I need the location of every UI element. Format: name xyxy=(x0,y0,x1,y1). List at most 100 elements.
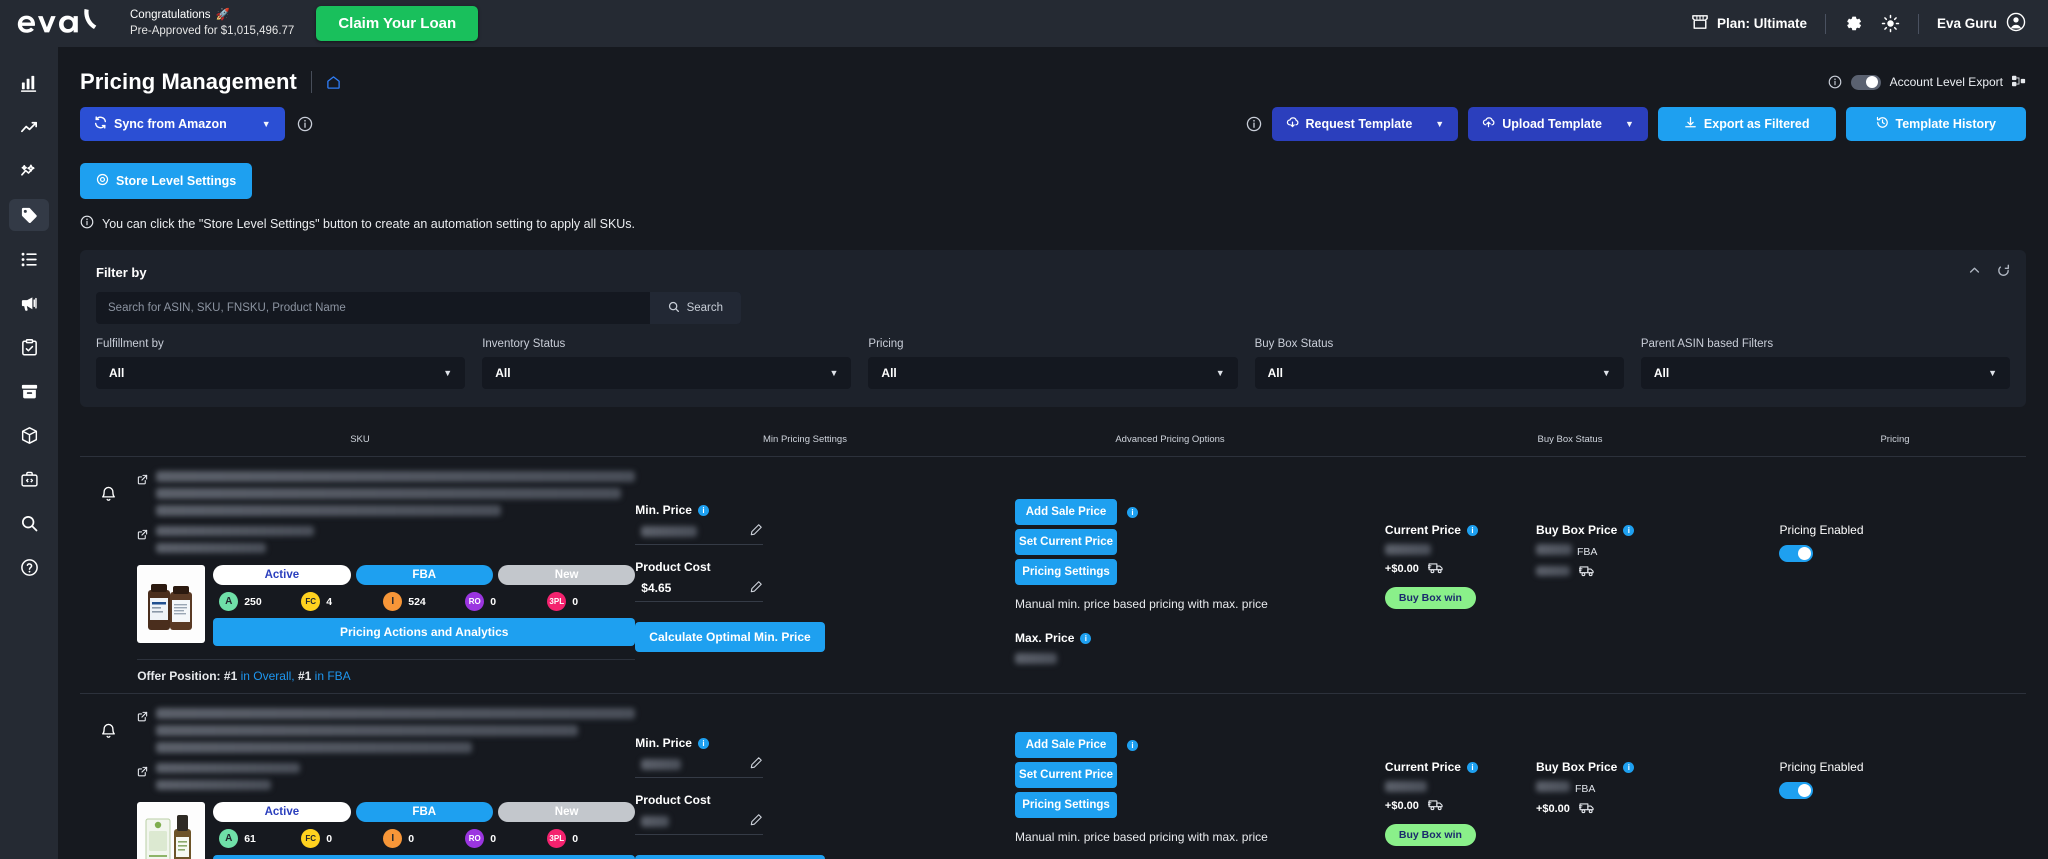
calculate-optimal-min-price-button[interactable]: Calculate Optimal Min. Price xyxy=(635,622,824,652)
export-nodes-icon[interactable] xyxy=(2012,74,2026,91)
chevron-down-icon: ▼ xyxy=(443,368,452,378)
row-notification-bell-icon[interactable] xyxy=(80,708,137,859)
product-cost-input[interactable]: $4.65 xyxy=(635,580,763,602)
buy-box-status-select[interactable]: All ▼ xyxy=(1255,357,1624,389)
brightness-sun-icon[interactable] xyxy=(1881,14,1900,33)
external-link-icon[interactable] xyxy=(137,765,148,780)
reset-filters-icon[interactable] xyxy=(1997,264,2010,280)
product-cost-input[interactable] xyxy=(635,813,763,835)
info-icon[interactable]: i xyxy=(1127,740,1138,751)
sidebar-item-search[interactable] xyxy=(9,507,49,539)
set-current-price-button[interactable]: Set Current Price xyxy=(1015,762,1117,788)
inventory-badges: A 61 FC 0 I 0 RO 0 xyxy=(213,829,635,848)
external-link-icon[interactable] xyxy=(137,528,148,543)
min-price-input[interactable] xyxy=(635,523,763,545)
info-icon[interactable]: i xyxy=(698,505,709,516)
chevron-down-icon[interactable]: ▼ xyxy=(1625,120,1634,129)
info-icon[interactable] xyxy=(1828,75,1842,89)
info-icon[interactable]: i xyxy=(1080,633,1091,644)
search-button[interactable]: Search xyxy=(650,292,741,324)
badge-code: 3PL xyxy=(547,829,566,848)
pricing-enabled-label: Pricing Enabled xyxy=(1779,760,2026,774)
export-as-filtered-button[interactable]: Export as Filtered xyxy=(1658,107,1836,141)
info-icon[interactable]: i xyxy=(698,738,709,749)
sidebar-item-listings[interactable] xyxy=(9,243,49,275)
chevron-up-icon[interactable] xyxy=(1968,264,1981,280)
inventory-status-select[interactable]: All ▼ xyxy=(482,357,851,389)
info-icon[interactable]: i xyxy=(1467,525,1478,536)
filter-label: Pricing xyxy=(868,338,1237,350)
product-cost-value xyxy=(635,816,750,827)
status-badge-fba[interactable]: FBA xyxy=(356,802,493,822)
chevron-down-icon[interactable]: ▼ xyxy=(1435,120,1444,129)
info-icon[interactable]: i xyxy=(1467,762,1478,773)
edit-pencil-icon[interactable] xyxy=(750,523,763,539)
templates-info-icon[interactable] xyxy=(1246,116,1262,132)
chevron-down-icon[interactable]: ▼ xyxy=(262,120,271,129)
pricing-settings-button[interactable]: Pricing Settings xyxy=(1015,559,1117,585)
sidebar-item-tools[interactable] xyxy=(9,463,49,495)
product-thumbnail[interactable] xyxy=(137,802,205,859)
min-pricing-settings-cell: Min. Price i Product Cost $4.65 Calculat… xyxy=(635,471,1015,683)
sidebar-item-advertising[interactable] xyxy=(9,287,49,319)
sidebar-item-pricing[interactable] xyxy=(9,199,49,231)
status-badge-active[interactable]: Active xyxy=(213,565,350,585)
fulfillment-by-select[interactable]: All ▼ xyxy=(96,357,465,389)
edit-pencil-icon[interactable] xyxy=(750,813,763,829)
sidebar-item-help[interactable] xyxy=(9,551,49,583)
badge-fc: FC 4 xyxy=(301,592,383,611)
info-icon[interactable]: i xyxy=(1623,762,1634,773)
sync-from-amazon-button[interactable]: Sync from Amazon ▼ xyxy=(80,107,285,141)
sidebar-item-inventory[interactable] xyxy=(9,375,49,407)
product-thumbnail[interactable] xyxy=(137,565,205,643)
pricing-actions-and-analytics-button[interactable]: Pricing Actions and Analytics xyxy=(213,618,635,646)
external-link-icon[interactable] xyxy=(137,710,148,725)
sync-info-icon[interactable] xyxy=(297,116,313,132)
sidebar-item-tasks[interactable] xyxy=(9,331,49,363)
info-icon[interactable]: i xyxy=(1623,525,1634,536)
pricing-enabled-label: Pricing Enabled xyxy=(1779,523,2026,537)
store-level-settings-button[interactable]: Store Level Settings xyxy=(80,163,252,199)
add-sale-price-button[interactable]: Add Sale Price xyxy=(1015,499,1117,525)
pricing-enabled-toggle[interactable] xyxy=(1779,545,1813,562)
sidebar-item-insights[interactable] xyxy=(9,155,49,187)
gear-icon[interactable] xyxy=(1844,14,1863,33)
sidebar-item-shipments[interactable] xyxy=(9,419,49,451)
current-price-label: Current Price xyxy=(1385,523,1461,537)
user-menu[interactable]: Eva Guru xyxy=(1937,12,2026,35)
set-current-price-button[interactable]: Set Current Price xyxy=(1015,529,1117,555)
edit-pencil-icon[interactable] xyxy=(750,756,763,772)
status-badge-condition[interactable]: New xyxy=(498,802,635,822)
search-input[interactable] xyxy=(96,292,650,324)
row-notification-bell-icon[interactable] xyxy=(80,471,137,683)
max-price-value[interactable] xyxy=(1015,653,1385,664)
edit-pencil-icon[interactable] xyxy=(750,580,763,596)
upload-template-button[interactable]: Upload Template ▼ xyxy=(1468,107,1648,141)
sidebar-item-trends[interactable] xyxy=(9,111,49,143)
eva-logo[interactable] xyxy=(0,9,120,39)
add-sale-price-button[interactable]: Add Sale Price xyxy=(1015,732,1117,758)
chevron-down-icon: ▼ xyxy=(1988,368,1997,378)
pricing-actions-and-analytics-button[interactable]: Pricing Actions and Analytics xyxy=(213,855,635,859)
account-level-export-toggle[interactable] xyxy=(1851,75,1881,90)
pricing-enabled-toggle[interactable] xyxy=(1779,782,1813,799)
info-icon[interactable]: i xyxy=(1127,507,1138,518)
calculate-optimal-min-price-button[interactable]: Calculate Optimal Min. Price xyxy=(635,855,824,859)
pricing-select[interactable]: All ▼ xyxy=(868,357,1237,389)
home-icon[interactable] xyxy=(326,75,341,90)
parent-asin-select[interactable]: All ▼ xyxy=(1641,357,2010,389)
claim-loan-button[interactable]: Claim Your Loan xyxy=(316,6,478,41)
request-template-button[interactable]: Request Template ▼ xyxy=(1272,107,1459,141)
template-history-button[interactable]: Template History xyxy=(1846,107,2027,141)
status-badge-active[interactable]: Active xyxy=(213,802,350,822)
select-value: All xyxy=(881,366,1215,380)
status-badge-fba[interactable]: FBA xyxy=(356,565,493,585)
min-price-input[interactable] xyxy=(635,756,763,778)
status-pills: Active FBA New xyxy=(213,802,635,822)
plan-indicator[interactable]: Plan: Ultimate xyxy=(1691,14,1807,33)
external-link-icon[interactable] xyxy=(137,473,148,488)
select-value: All xyxy=(1268,366,1602,380)
status-badge-condition[interactable]: New xyxy=(498,565,635,585)
pricing-settings-button[interactable]: Pricing Settings xyxy=(1015,792,1117,818)
sidebar-item-dashboard[interactable] xyxy=(9,67,49,99)
